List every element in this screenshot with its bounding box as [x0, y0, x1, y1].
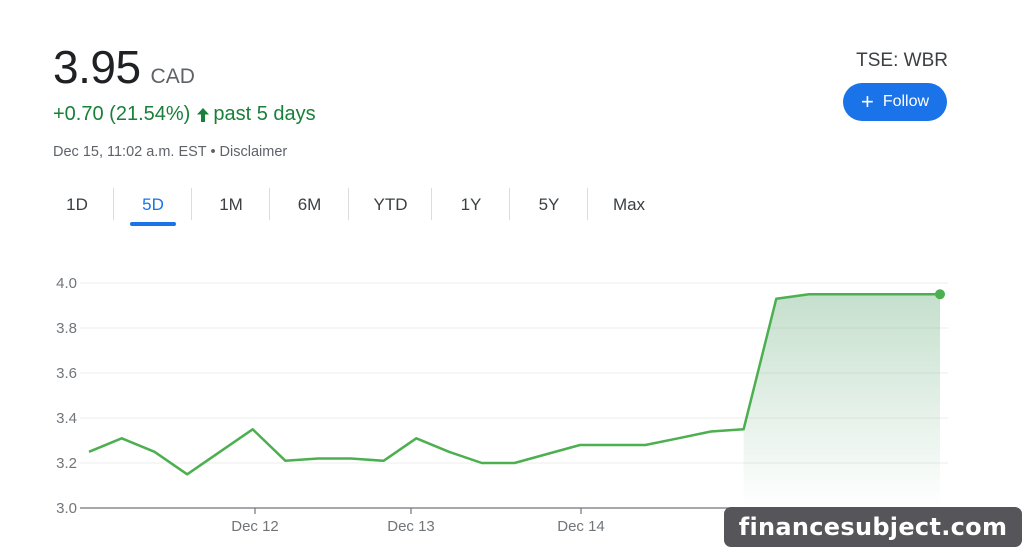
x-tick-label: Dec 14 [557, 518, 605, 535]
follow-label: Follow [882, 93, 930, 110]
change-value: +0.70 (21.54%) [53, 103, 191, 125]
tab-5d[interactable]: 5D [114, 186, 192, 226]
watermark: financesubject.com [724, 507, 1022, 547]
y-tick-label: 3.6 [56, 365, 77, 382]
price-area-fill [743, 294, 940, 508]
arrow-up-icon [196, 107, 210, 123]
tab-ytd[interactable]: YTD [349, 186, 432, 224]
y-tick-label: 3.0 [56, 500, 77, 517]
tab-1y[interactable]: 1Y [432, 186, 510, 224]
tab-max[interactable]: Max [588, 186, 670, 224]
tab-6m[interactable]: 6M [270, 186, 349, 224]
meta-separator: • [210, 144, 216, 160]
tab-5y[interactable]: 5Y [510, 186, 588, 224]
currency-label: CAD [150, 65, 195, 88]
x-tick-label: Dec 13 [387, 518, 435, 535]
disclaimer-link[interactable]: Disclaimer [220, 144, 288, 160]
x-tick-label: Dec 12 [231, 518, 279, 535]
plus-icon: + [860, 89, 874, 114]
current-price: 3.95 [53, 41, 141, 93]
y-tick-label: 3.4 [56, 410, 77, 427]
price-row: 3.95 CAD [53, 40, 195, 94]
tab-1d[interactable]: 1D [40, 186, 114, 224]
range-tabs: 1D 5D 1M 6M YTD 1Y 5Y Max [40, 186, 670, 226]
y-tick-label: 4.0 [56, 275, 77, 292]
follow-button[interactable]: + Follow [843, 83, 947, 121]
quote-timestamp: Dec 15, 11:02 a.m. EST [53, 144, 207, 160]
y-tick-label: 3.2 [56, 455, 77, 472]
tab-1m[interactable]: 1M [192, 186, 270, 224]
ticker-symbol: TSE: WBR [856, 50, 948, 71]
y-tick-label: 3.8 [56, 320, 77, 337]
price-change: +0.70 (21.54%) past 5 days [53, 103, 316, 126]
quote-meta: Dec 15, 11:02 a.m. EST • Disclaimer [53, 144, 287, 160]
change-period: past 5 days [213, 103, 316, 125]
active-tab-indicator [130, 222, 176, 226]
last-price-point [935, 289, 945, 300]
